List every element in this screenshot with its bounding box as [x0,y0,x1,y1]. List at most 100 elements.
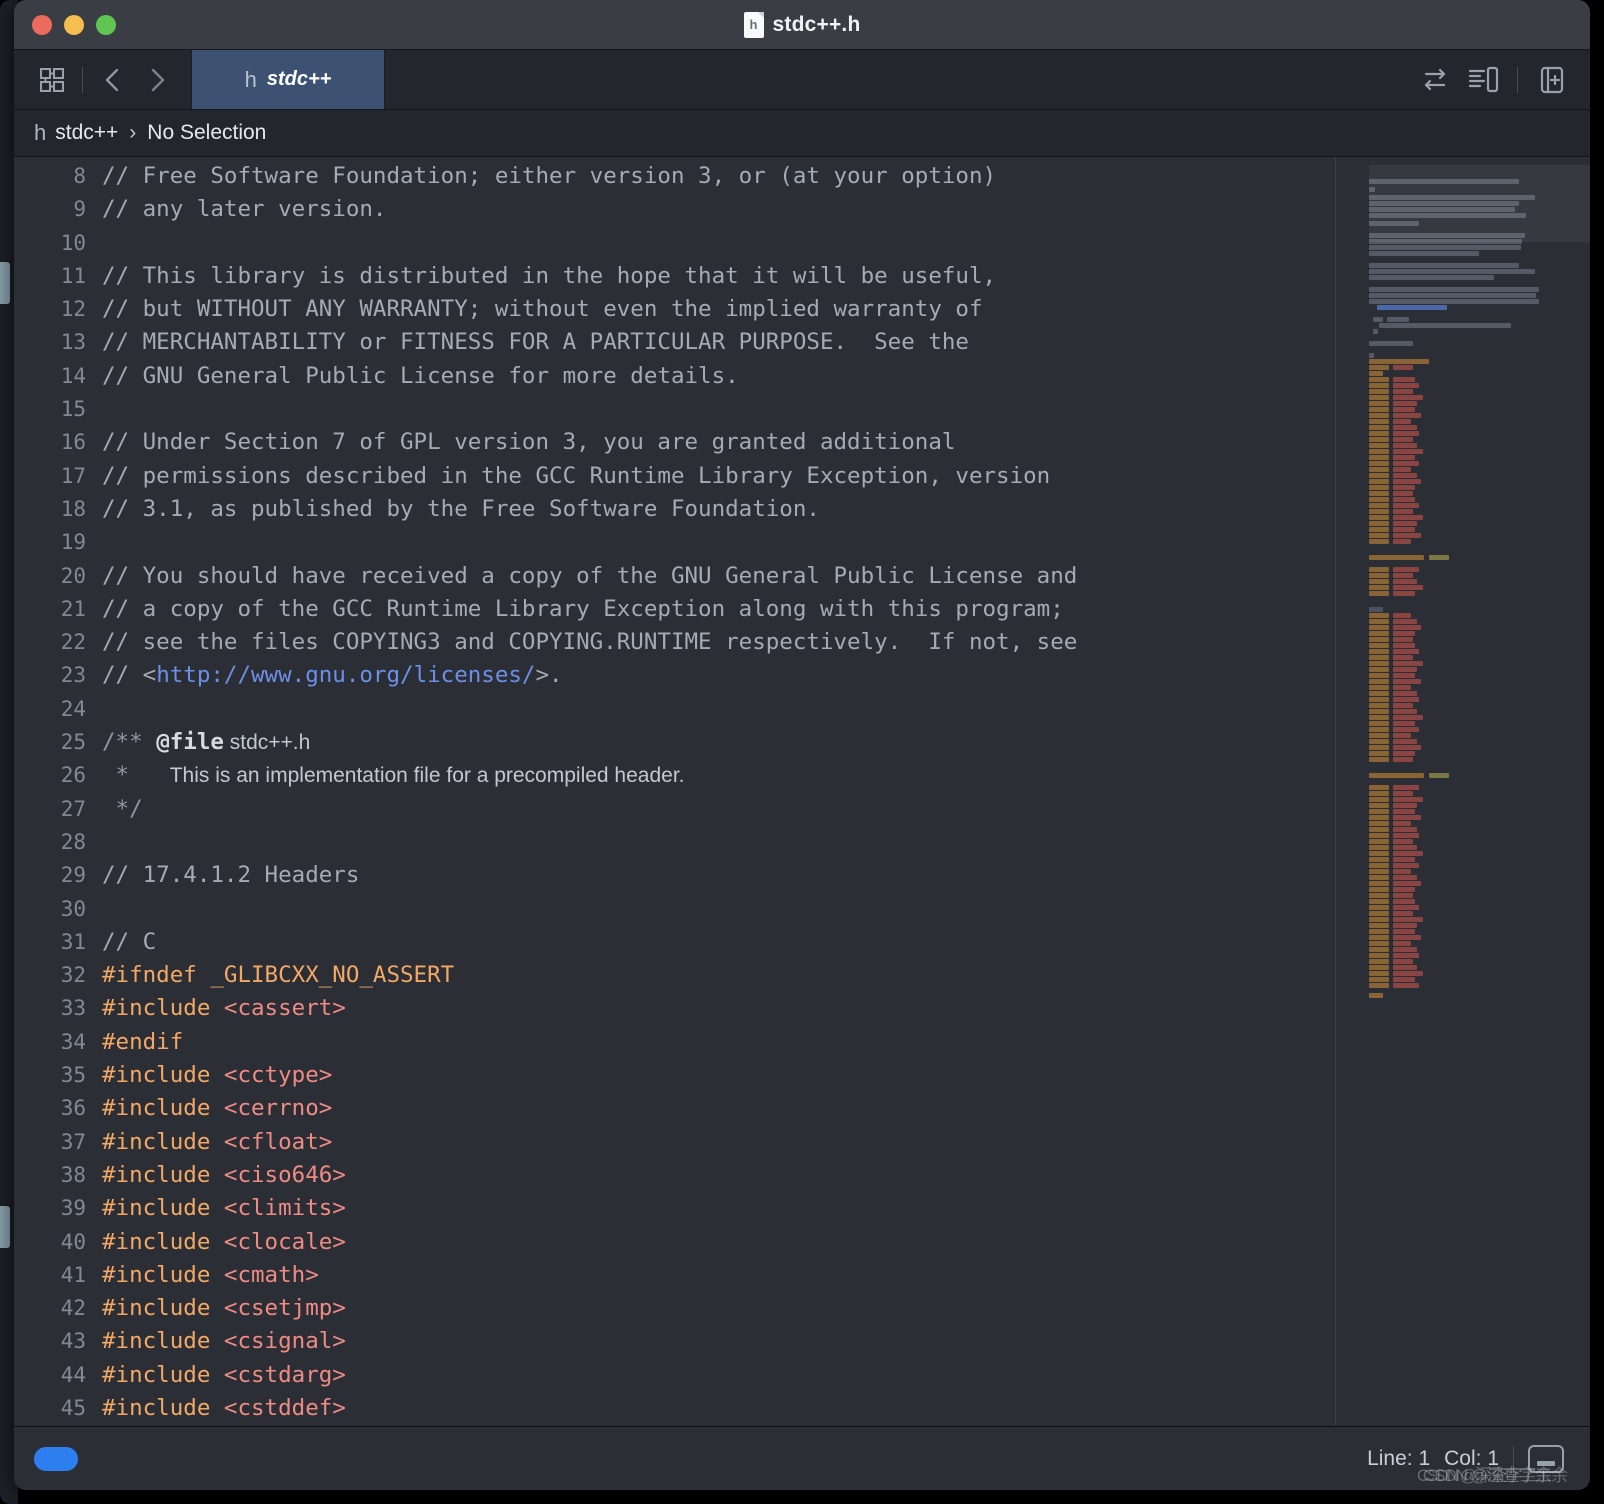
minimap-row [1369,917,1389,922]
code-line[interactable]: 8 // Free Software Foundation; either ver… [14,160,1335,193]
minimap-row [1369,953,1389,958]
code-line[interactable]: 15 [14,393,1335,426]
code-line[interactable]: 16 // Under Section 7 of GPL version 3, y… [14,426,1335,459]
code-line[interactable]: 22 // see the files COPYING3 and COPYING.… [14,626,1335,659]
minimap-row [1393,591,1415,596]
code-line[interactable]: 19 [14,526,1335,559]
code-line[interactable]: 44 #include <cstdarg> [14,1359,1335,1392]
minimap-row [1369,827,1389,832]
keyboard-icon[interactable] [1528,1444,1564,1473]
code-line[interactable]: 12 // but WITHOUT ANY WARRANTY; without e… [14,293,1335,326]
back-icon[interactable] [91,58,135,102]
code-line[interactable]: 17 // permissions described in the GCC Ru… [14,460,1335,493]
code-line[interactable]: 13 // MERCHANTABILITY or FITNESS FOR A PA… [14,326,1335,359]
minimap-row [1369,941,1389,946]
code-line[interactable]: 28 [14,826,1335,859]
minimap-row [1369,631,1389,636]
minimap[interactable] [1335,157,1590,1426]
editor-window: h stdc++.h h stdc++ h stdc++ › No Select… [14,0,1590,1490]
minimap-row [1379,323,1511,328]
forward-icon[interactable] [135,58,179,102]
code-line[interactable]: 35 #include <cctype> [14,1059,1335,1092]
minimap-row [1369,353,1374,358]
minimap-row [1369,515,1389,520]
navigator-toggle-icon[interactable] [30,58,74,102]
code-line[interactable]: 24 [14,693,1335,726]
code-line[interactable]: 42 #include <csetjmp> [14,1292,1335,1325]
minimap-row [1369,875,1389,880]
minimap-row [1369,341,1413,346]
related-items-icon[interactable] [1413,58,1457,102]
code-line[interactable]: 36 #include <cerrno> [14,1092,1335,1125]
code-line[interactable]: 32 #ifndef _GLIBCXX_NO_ASSERT [14,959,1335,992]
code-pane[interactable]: 8 // Free Software Foundation; either ver… [14,157,1335,1426]
code-token-pre: #include [102,1161,224,1188]
breadcrumb-item-selection[interactable]: No Selection [147,121,266,145]
tab-stdcpp[interactable]: h stdc++ [191,50,385,109]
code-line[interactable]: 23 // <http://www.gnu.org/licenses/>. [14,659,1335,692]
code-line[interactable]: 20 // You should have received a copy of … [14,560,1335,593]
code-line[interactable]: 41 #include <cmath> [14,1259,1335,1292]
zoom-button-icon[interactable] [96,14,116,35]
code-text: #include <clocale> [102,1226,346,1259]
code-line[interactable]: 34 #endif [14,1026,1335,1059]
line-number: 40 [60,1229,86,1254]
minimap-row [1393,521,1417,526]
window-titlebar: h stdc++.h [14,0,1590,50]
code-line[interactable]: 37 #include <cfloat> [14,1126,1335,1159]
code-line[interactable]: 18 // 3.1, as published by the Free Softw… [14,493,1335,526]
minimap-row [1393,839,1413,844]
code-line[interactable]: 26 * This is an implementation file for … [14,759,1335,792]
code-line[interactable]: 30 [14,893,1335,926]
code-line[interactable]: 14 // GNU General Public License for more… [14,360,1335,393]
add-editor-icon[interactable] [1530,58,1574,102]
code-line[interactable]: 39 #include <climits> [14,1192,1335,1225]
code-token-pre: #include [102,1361,224,1388]
code-line[interactable]: 38 #include <ciso646> [14,1159,1335,1192]
code-token-header: <csetjmp> [223,1295,346,1322]
header-file-icon: h [743,11,764,38]
code-line[interactable]: 25 /** @file stdc++.h [14,726,1335,759]
minimap-row [1393,863,1419,868]
breadcrumb-item-file[interactable]: stdc++ [55,121,118,145]
minimap-row [1393,637,1413,642]
minimap-row [1393,899,1415,904]
code-line[interactable]: 29 // 17.4.1.2 Headers [14,859,1335,892]
minimap-row [1369,977,1389,982]
code-line[interactable]: 33 #include <cassert> [14,992,1335,1025]
minimap-row [1393,697,1419,702]
minimap-row [1369,785,1389,790]
code-token-comment: // a copy of the GCC Runtime Library Exc… [102,595,1064,622]
code-line[interactable]: 11 // This library is distributed in the … [14,260,1335,293]
minimap-row [1393,875,1417,880]
line-number: 10 [60,230,86,255]
minimap-row [1369,733,1389,738]
code-line[interactable]: 45 #include <cstddef> [14,1392,1335,1425]
minimap-row [1393,413,1421,418]
line-number: 16 [60,430,86,455]
close-button-icon[interactable] [32,14,52,35]
minimize-button-icon[interactable] [64,14,84,35]
chevron-right-icon: › [129,121,137,144]
minimap-row [1369,911,1389,916]
code-line[interactable]: 21 // a copy of the GCC Runtime Library E… [14,593,1335,626]
minimap-row [1393,679,1421,684]
code-line[interactable]: 40 #include <clocale> [14,1226,1335,1259]
code-token-link[interactable]: http://www.gnu.org/licenses/ [156,662,535,688]
activity-indicator-pill[interactable] [34,1446,78,1471]
code-line[interactable]: 10 [14,227,1335,260]
code-line[interactable]: 9 // any later version. [14,193,1335,226]
minimap-row [1393,935,1421,940]
inspector-toggle-icon[interactable] [1461,58,1505,102]
code-token-comment: // You should have received a copy of th… [102,562,1078,589]
code-line[interactable]: 43 #include <csignal> [14,1325,1335,1358]
line-number: 9 [73,197,86,222]
code-line[interactable]: 27 */ [14,793,1335,826]
code-text: // 3.1, as published by the Free Softwar… [102,493,820,526]
code-line[interactable]: 31 // C [14,926,1335,959]
minimap-row [1369,573,1389,578]
minimap-viewport-indicator[interactable] [1369,165,1590,242]
minimap-row [1393,887,1415,892]
line-number: 45 [60,1395,86,1420]
code-token-comment: // permissions described in the GCC Runt… [102,462,1051,489]
